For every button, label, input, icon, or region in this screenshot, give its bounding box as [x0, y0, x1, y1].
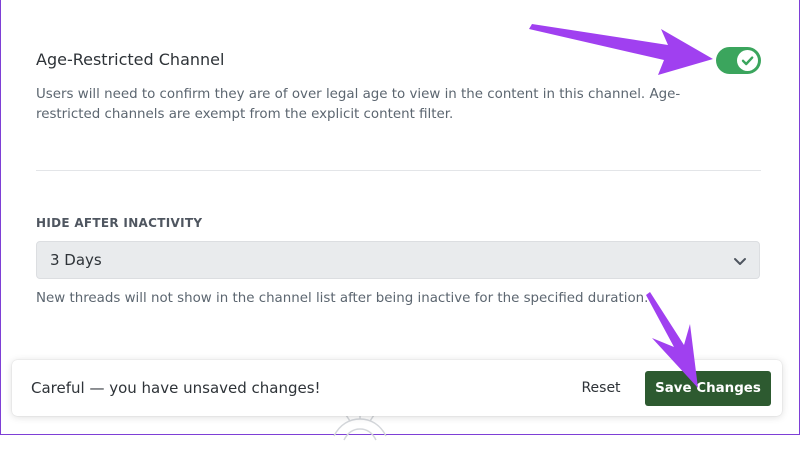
- inactivity-select-value: 3 Days: [50, 251, 102, 269]
- age-restricted-toggle[interactable]: [716, 47, 761, 74]
- age-restricted-title: Age-Restricted Channel: [36, 50, 225, 69]
- inactivity-select[interactable]: 3 Days: [36, 241, 760, 279]
- hide-after-inactivity-label: HIDE AFTER INACTIVITY: [36, 216, 203, 230]
- checkmark-icon: [741, 56, 754, 66]
- gear-icon: [333, 413, 387, 441]
- toggle-knob: [737, 50, 758, 71]
- unsaved-changes-message: Careful — you have unsaved changes!: [31, 379, 321, 397]
- reset-button[interactable]: Reset: [578, 373, 624, 403]
- age-restricted-description: Users will need to confirm they are of o…: [36, 87, 681, 122]
- inactivity-help-text: New threads will not show in the channel…: [36, 291, 649, 306]
- unsaved-changes-bar: Careful — you have unsaved changes! Rese…: [12, 360, 782, 416]
- chevron-down-icon: [734, 258, 746, 265]
- section-divider: [36, 170, 761, 171]
- save-changes-button[interactable]: Save Changes: [645, 371, 771, 406]
